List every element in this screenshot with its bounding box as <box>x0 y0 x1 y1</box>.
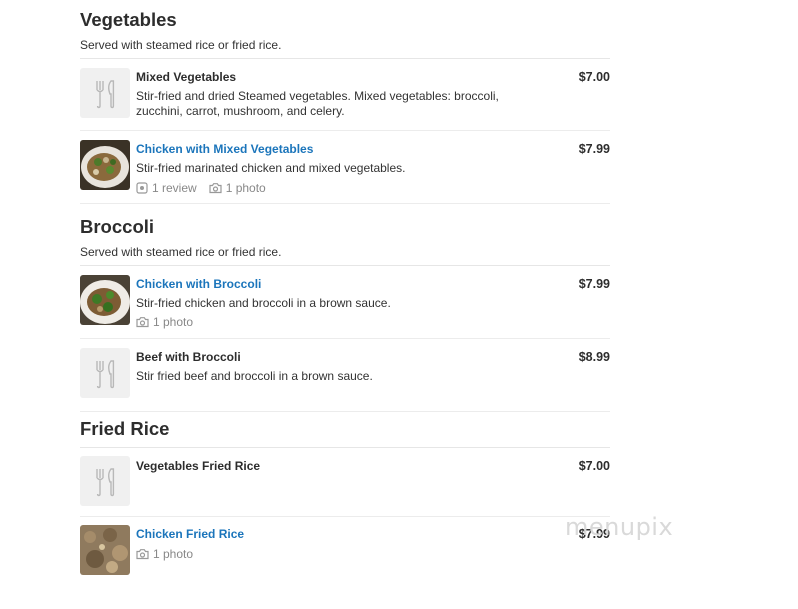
review-count[interactable]: 1 review <box>136 181 197 195</box>
item-description: Stir-fried chicken and broccoli in a bro… <box>136 296 391 310</box>
menu-section-vegetables: Vegetables Served with steamed rice or f… <box>80 9 610 204</box>
photo-count[interactable]: 1 photo <box>209 181 266 195</box>
menu-item-mixed-vegetables[interactable]: Mixed Vegetables $7.00 Stir-fried and dr… <box>80 59 610 131</box>
item-price: $7.00 <box>578 70 610 84</box>
item-price: $7.99 <box>578 277 610 291</box>
item-meta: 1 photo <box>136 315 205 329</box>
section-title: Broccoli <box>80 216 155 237</box>
review-icon <box>136 182 148 194</box>
item-description: Stir-fried and dried Steamed vegetables.… <box>136 89 499 118</box>
item-name: Vegetables Fried Rice <box>136 459 261 473</box>
item-price: $8.99 <box>578 350 610 364</box>
review-count-label: 1 review <box>152 181 197 195</box>
item-photo[interactable] <box>80 525 130 575</box>
item-name-link[interactable]: Chicken with Mixed Vegetables <box>136 142 313 156</box>
section-title: Vegetables <box>80 9 177 30</box>
menu-item-chicken-fried-rice[interactable]: Chicken Fried Rice $7.99 1 photo <box>80 517 610 581</box>
menu-item-chicken-mixed-vegetables[interactable]: Chicken with Mixed Vegetables $7.99 Stir… <box>80 131 610 204</box>
item-meta: 1 review 1 photo <box>136 181 278 195</box>
menu-item-chicken-broccoli[interactable]: Chicken with Broccoli $7.99 Stir-fried c… <box>80 266 610 339</box>
menu-section-broccoli: Broccoli Served with steamed rice or fri… <box>80 216 610 412</box>
utensils-icon <box>80 456 130 506</box>
section-title: Fried Rice <box>80 418 610 448</box>
photo-count-label: 1 photo <box>153 315 194 329</box>
photo-count-label: 1 photo <box>153 547 194 561</box>
item-price: $7.99 <box>578 142 610 156</box>
utensils-icon <box>80 348 130 398</box>
photo-count-label: 1 photo <box>225 181 266 195</box>
camera-icon <box>209 183 222 194</box>
photo-count[interactable]: 1 photo <box>136 547 193 561</box>
watermark: menupix <box>565 513 674 541</box>
camera-icon <box>136 549 149 560</box>
section-description: Served with steamed rice or fried rice. <box>80 38 610 59</box>
item-name: Beef with Broccoli <box>136 350 241 364</box>
section-description: Served with steamed rice or fried rice. <box>80 245 610 266</box>
item-photo[interactable] <box>80 275 130 325</box>
photo-count[interactable]: 1 photo <box>136 315 193 329</box>
item-name: Mixed Vegetables <box>136 70 237 84</box>
item-meta: 1 photo <box>136 547 205 561</box>
menu-section-fried-rice: Fried Rice Vegetables Fried Rice $7.00 C… <box>80 418 610 581</box>
item-photo[interactable] <box>80 140 130 190</box>
camera-icon <box>136 317 149 328</box>
item-price: $7.00 <box>578 459 610 473</box>
menu-item-vegetables-fried-rice[interactable]: Vegetables Fried Rice $7.00 <box>80 448 610 517</box>
item-name-link[interactable]: Chicken with Broccoli <box>136 277 261 291</box>
item-name-link[interactable]: Chicken Fried Rice <box>136 527 244 541</box>
item-description: Stir-fried marinated chicken and mixed v… <box>136 161 406 175</box>
menu-item-beef-broccoli[interactable]: Beef with Broccoli $8.99 Stir fried beef… <box>80 339 610 412</box>
utensils-icon <box>80 68 130 118</box>
item-description: Stir fried beef and broccoli in a brown … <box>136 369 373 383</box>
